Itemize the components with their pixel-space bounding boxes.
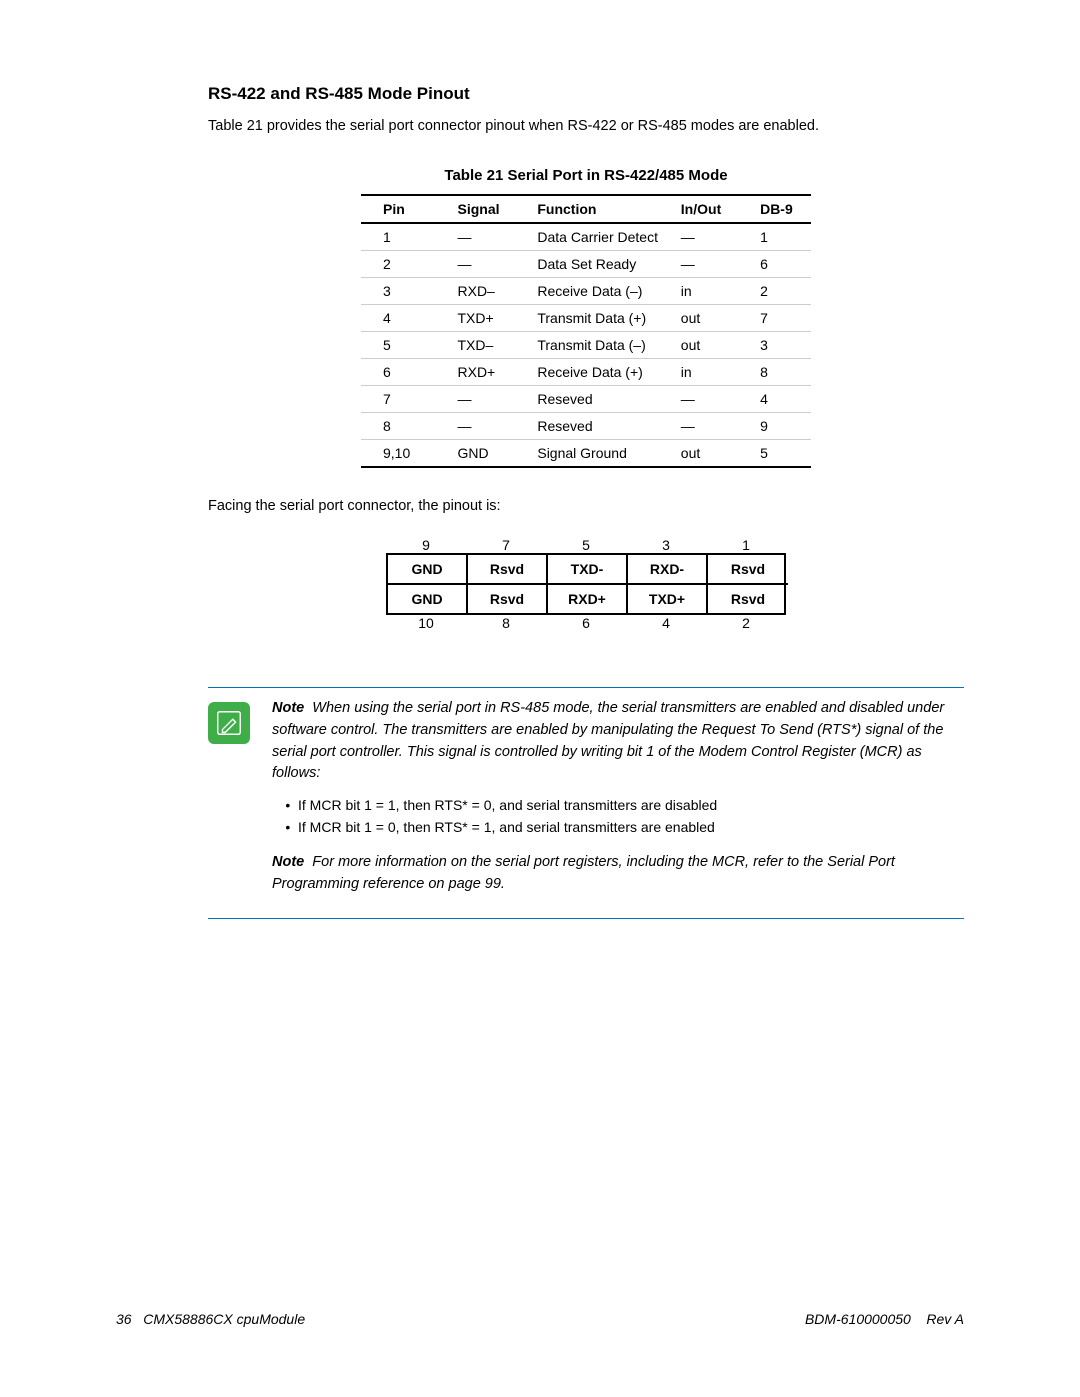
page-number: 36 [116,1311,132,1327]
cell-inout: — [671,223,750,251]
table-caption: Table 21 Serial Port in RS-422/485 Mode [208,167,964,184]
cell-signal: TXD+ [448,305,528,332]
cell-inout: in [671,359,750,386]
cell-inout: out [671,305,750,332]
note-bullets: If MCR bit 1 = 1, then RTS* = 0, and ser… [272,795,964,838]
cell-pin: 5 [361,332,448,359]
pin-number-bottom: 2 [706,615,786,631]
facing-text: Facing the serial port connector, the pi… [208,496,964,517]
cell-db9: 5 [750,440,811,468]
cell-signal: — [448,223,528,251]
cell-function: Reseved [527,386,670,413]
pin-number-top: 3 [626,537,706,553]
bullet-item: If MCR bit 1 = 1, then RTS* = 0, and ser… [298,795,964,817]
th-pin: Pin [361,195,448,223]
pencil-icon [208,702,250,744]
cell-pin: 4 [361,305,448,332]
page-footer: 36 CMX58886CX cpuModule BDM-610000050 Re… [116,1311,964,1327]
rev: Rev A [926,1311,964,1327]
pin-number-top: 1 [706,537,786,553]
cell-signal: TXD– [448,332,528,359]
table-row: 9,10GNDSignal Groundout5 [361,440,811,468]
cell-pin: 8 [361,413,448,440]
pin-cell: RXD- [628,555,708,585]
pin-number-top: 9 [386,537,466,553]
cell-db9: 9 [750,413,811,440]
cell-inout: out [671,440,750,468]
bullet-item: If MCR bit 1 = 0, then RTS* = 1, and ser… [298,817,964,839]
table-row: 7—Reseved—4 [361,386,811,413]
pin-cell: TXD- [548,555,628,585]
note-block: Note When using the serial port in RS-48… [208,687,964,919]
cell-signal: RXD+ [448,359,528,386]
pin-cell: RXD+ [548,585,628,613]
cell-inout: — [671,251,750,278]
pin-cell: GND [388,555,468,585]
pin-cell: Rsvd [708,555,788,585]
pin-cell: GND [388,585,468,613]
table-row: 3RXD–Receive Data (–)in2 [361,278,811,305]
cell-db9: 1 [750,223,811,251]
cell-signal: — [448,386,528,413]
cell-function: Data Carrier Detect [527,223,670,251]
pin-cell: TXD+ [628,585,708,613]
pin-number-bottom: 10 [386,615,466,631]
cell-function: Signal Ground [527,440,670,468]
cell-function: Transmit Data (–) [527,332,670,359]
connector-diagram: 97531 GNDRsvdTXD-RXD-RsvdGNDRsvdRXD+TXD+… [386,537,786,631]
th-db9: DB-9 [750,195,811,223]
cell-inout: — [671,413,750,440]
pin-number-bottom: 6 [546,615,626,631]
section-heading: RS-422 and RS-485 Mode Pinout [208,84,964,104]
cell-pin: 9,10 [361,440,448,468]
note1-text: Note When using the serial port in RS-48… [272,698,964,785]
cell-db9: 3 [750,332,811,359]
cell-inout: out [671,332,750,359]
cell-pin: 3 [361,278,448,305]
cell-function: Receive Data (+) [527,359,670,386]
cell-signal: RXD– [448,278,528,305]
intro-text: Table 21 provides the serial port connec… [208,116,964,137]
cell-function: Reseved [527,413,670,440]
cell-db9: 4 [750,386,811,413]
cell-pin: 1 [361,223,448,251]
pin-cell: Rsvd [708,585,788,613]
note2-text: Note For more information on the serial … [272,852,964,896]
table-row: 2—Data Set Ready—6 [361,251,811,278]
cell-function: Receive Data (–) [527,278,670,305]
th-function: Function [527,195,670,223]
cell-db9: 7 [750,305,811,332]
table-row: 4TXD+Transmit Data (+)out7 [361,305,811,332]
cell-pin: 7 [361,386,448,413]
table-row: 6RXD+Receive Data (+)in8 [361,359,811,386]
cell-signal: — [448,413,528,440]
cell-db9: 2 [750,278,811,305]
pin-number-top: 7 [466,537,546,553]
pin-cell: Rsvd [468,585,548,613]
table-row: 5TXD–Transmit Data (–)out3 [361,332,811,359]
cell-db9: 6 [750,251,811,278]
cell-function: Data Set Ready [527,251,670,278]
cell-inout: — [671,386,750,413]
pin-number-bottom: 8 [466,615,546,631]
cell-function: Transmit Data (+) [527,305,670,332]
cell-pin: 2 [361,251,448,278]
table-row: 1—Data Carrier Detect—1 [361,223,811,251]
cell-inout: in [671,278,750,305]
product-name: CMX58886CX cpuModule [143,1311,305,1327]
doc-id: BDM-610000050 [805,1311,911,1327]
pin-number-top: 5 [546,537,626,553]
cell-pin: 6 [361,359,448,386]
pin-cell: Rsvd [468,555,548,585]
cell-db9: 8 [750,359,811,386]
pinout-table: Pin Signal Function In/Out DB-9 1—Data C… [361,194,811,468]
table-row: 8—Reseved—9 [361,413,811,440]
cell-signal: — [448,251,528,278]
cell-signal: GND [448,440,528,468]
th-inout: In/Out [671,195,750,223]
th-signal: Signal [448,195,528,223]
pin-number-bottom: 4 [626,615,706,631]
